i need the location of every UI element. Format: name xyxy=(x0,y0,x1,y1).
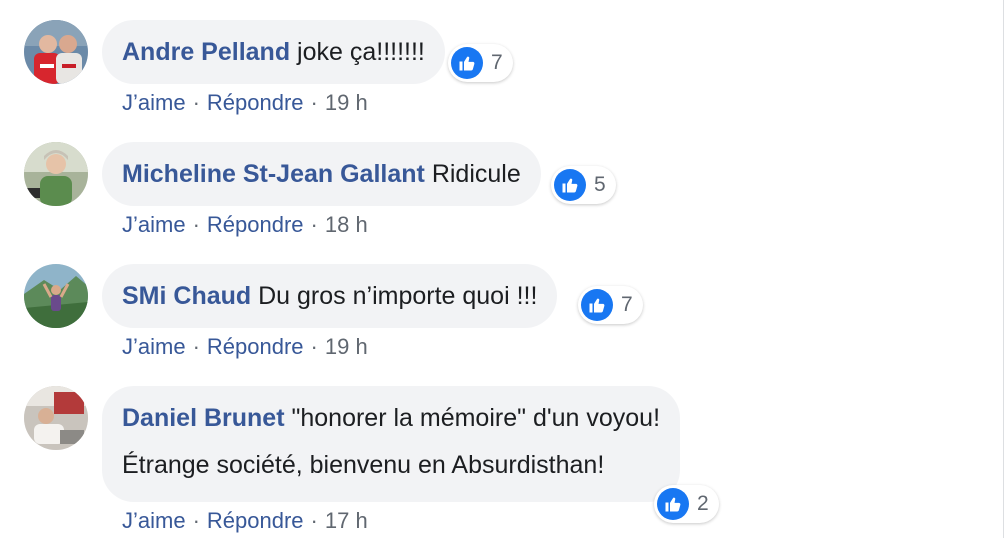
timestamp[interactable]: 19 h xyxy=(325,334,368,359)
comment-actions: J’aime · Répondre · 19 h xyxy=(122,334,368,360)
comment-bubble: Andre Pelland joke ça!!!!!!! xyxy=(102,20,445,84)
comment-text: Du gros n’importe quoi !!! xyxy=(258,282,538,310)
like-link[interactable]: J’aime xyxy=(122,334,186,359)
comment-author[interactable]: SMi Chaud xyxy=(122,282,251,310)
comment-line: Daniel Brunet "honorer la mémoire" d'un … xyxy=(122,406,660,431)
comment-author[interactable]: Andre Pelland xyxy=(122,38,290,66)
like-link[interactable]: J’aime xyxy=(122,90,186,115)
comment-author[interactable]: Micheline St-Jean Gallant xyxy=(122,160,425,188)
reply-link[interactable]: Répondre xyxy=(207,212,304,237)
reply-link[interactable]: Répondre xyxy=(207,508,304,533)
comment-text: Ridicule xyxy=(431,160,521,188)
like-count: 2 xyxy=(697,492,709,515)
avatar[interactable] xyxy=(24,264,88,328)
separator: · xyxy=(192,508,200,533)
comment-actions: J’aime · Répondre · 19 h xyxy=(122,90,368,116)
thumbs-up-icon xyxy=(451,47,483,79)
thumbs-up-icon xyxy=(581,289,613,321)
separator: · xyxy=(310,508,318,533)
like-link[interactable]: J’aime xyxy=(122,508,186,533)
comment-bubble: Micheline St-Jean Gallant Ridicule xyxy=(102,142,541,206)
reply-link[interactable]: Répondre xyxy=(207,90,304,115)
comment-text: joke ça!!!!!!! xyxy=(297,38,425,66)
comment-actions: J’aime · Répondre · 17 h xyxy=(122,508,368,534)
comment-bubble: Daniel Brunet "honorer la mémoire" d'un … xyxy=(102,386,681,502)
comment-bubble: SMi Chaud Du gros n’importe quoi !!! xyxy=(102,264,558,328)
like-count: 7 xyxy=(621,293,633,316)
separator: · xyxy=(192,334,200,359)
thumbs-up-icon xyxy=(554,169,586,201)
separator: · xyxy=(192,90,200,115)
comment-actions: J’aime · Répondre · 18 h xyxy=(122,212,368,238)
comment-text: "honorer la mémoire" d'un voyou! xyxy=(291,404,661,432)
comment-author[interactable]: Daniel Brunet xyxy=(122,404,285,432)
timestamp[interactable]: 19 h xyxy=(325,90,368,115)
reaction-count[interactable]: 7 xyxy=(448,44,513,82)
like-count: 5 xyxy=(594,173,606,196)
like-count: 7 xyxy=(491,51,503,74)
reply-link[interactable]: Répondre xyxy=(207,334,304,359)
separator: · xyxy=(310,90,318,115)
avatar[interactable] xyxy=(24,20,88,84)
avatar[interactable] xyxy=(24,386,88,450)
avatar[interactable] xyxy=(24,142,88,206)
separator: · xyxy=(310,212,318,237)
thumbs-up-icon xyxy=(657,488,689,520)
reaction-count[interactable]: 2 xyxy=(654,485,719,523)
comments-section: Andre Pelland joke ça!!!!!!! 7 J’aime · Ré… xyxy=(0,0,1004,538)
comment-text-line-2: Étrange société, bienvenu en Absurdistha… xyxy=(122,451,605,479)
timestamp[interactable]: 17 h xyxy=(325,508,368,533)
reaction-count[interactable]: 7 xyxy=(578,286,643,324)
like-link[interactable]: J’aime xyxy=(122,212,186,237)
separator: · xyxy=(310,334,318,359)
timestamp[interactable]: 18 h xyxy=(325,212,368,237)
separator: · xyxy=(192,212,200,237)
reaction-count[interactable]: 5 xyxy=(551,166,616,204)
